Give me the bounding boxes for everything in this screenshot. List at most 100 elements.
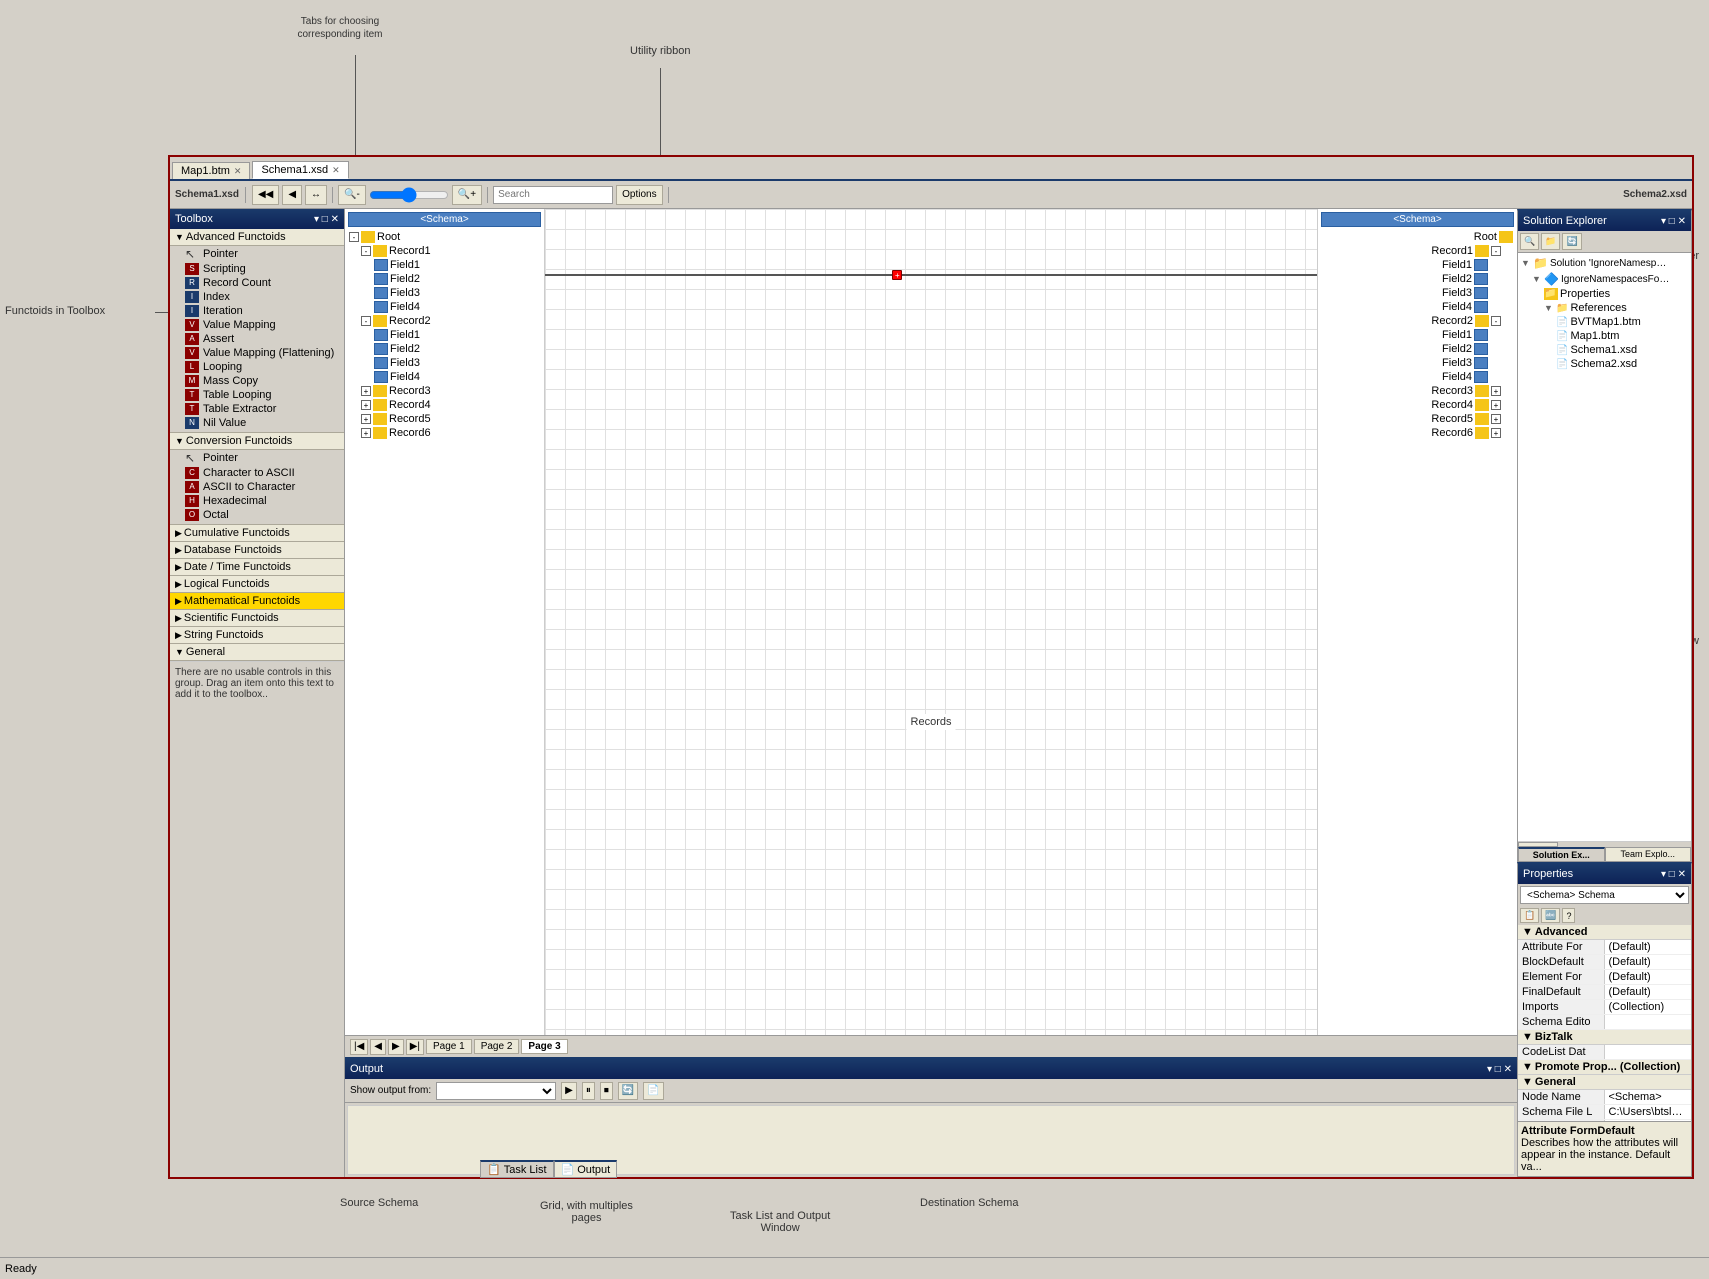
toolbox-item-pointer[interactable]: ↖ Pointer bbox=[170, 246, 344, 262]
right-r2-f2: Field2 bbox=[1321, 342, 1514, 356]
sol-tab-explorer[interactable]: Solution Ex... bbox=[1518, 847, 1605, 861]
right-record2-expand[interactable]: - bbox=[1491, 316, 1501, 326]
tab-map1-close[interactable]: ✕ bbox=[234, 166, 242, 177]
options-btn[interactable]: Options bbox=[616, 185, 662, 205]
page-tab-2[interactable]: Page 2 bbox=[474, 1039, 520, 1054]
toolbox-group-math[interactable]: ▶ Mathematical Functoids bbox=[170, 593, 344, 610]
ribbon-btn-1[interactable]: ◀◀ bbox=[252, 185, 279, 205]
sol-btn-3[interactable]: 🔄 bbox=[1562, 233, 1581, 250]
toolbox-group-general[interactable]: ▼ General bbox=[170, 644, 344, 661]
tab-schema1-close[interactable]: ✕ bbox=[332, 165, 340, 176]
ribbon-zoom-in[interactable]: 🔍+ bbox=[452, 185, 482, 205]
toolbox-group-datetime[interactable]: ▶ Date / Time Functoids bbox=[170, 559, 344, 576]
record2-expand[interactable]: - bbox=[361, 316, 371, 326]
right-record4-expand[interactable]: + bbox=[1491, 400, 1501, 410]
output-btn-5[interactable]: 📄 bbox=[643, 1082, 663, 1100]
record4-expand[interactable]: + bbox=[361, 400, 371, 410]
toolbox-item-index[interactable]: I Index bbox=[170, 290, 344, 304]
sol-btn-1[interactable]: 🔍 bbox=[1520, 233, 1539, 250]
prop-schema-editor-name: Schema Edito bbox=[1518, 1015, 1605, 1029]
output-btn-2[interactable]: ⏸ bbox=[582, 1082, 595, 1100]
toolbox-item-iteration[interactable]: I Iteration bbox=[170, 304, 344, 318]
toolbox-item-vmap-flat[interactable]: V Value Mapping (Flattening) bbox=[170, 346, 344, 360]
search-input[interactable] bbox=[493, 186, 613, 204]
toolbox-item-scripting[interactable]: S Scripting bbox=[170, 262, 344, 276]
toolbox-group-advanced[interactable]: ▼ Advanced Functoids bbox=[170, 229, 344, 246]
ribbon-btn-3[interactable]: ↔ bbox=[305, 185, 327, 205]
props-btn-help[interactable]: ? bbox=[1562, 908, 1575, 923]
sol-tab-team[interactable]: Team Explo... bbox=[1605, 847, 1692, 861]
sol-item-bvtmap[interactable]: 📄 BVTMap1.btm bbox=[1520, 315, 1689, 329]
prop-schema-editor-value bbox=[1605, 1015, 1692, 1029]
right-record5-expand[interactable]: + bbox=[1491, 414, 1501, 424]
sol-solution-node[interactable]: ▼ 📁 Solution 'IgnoreNamespacesForU... bbox=[1520, 255, 1689, 271]
right-record1-expand[interactable]: - bbox=[1491, 246, 1501, 256]
sol-item-schema2[interactable]: 📄 Schema2.xsd bbox=[1520, 357, 1689, 371]
right-tree-root: Root bbox=[1321, 230, 1514, 244]
sol-item-schema1[interactable]: 📄 Schema1.xsd bbox=[1520, 343, 1689, 357]
ribbon-zoom-slider[interactable] bbox=[369, 187, 449, 203]
left-tree-record4: + Record4 bbox=[348, 398, 541, 412]
sol-project-node[interactable]: ▼ 🔷 IgnoreNamespacesForLi... bbox=[1520, 271, 1689, 287]
solution-explorer-title: Solution Explorer bbox=[1523, 215, 1607, 227]
toolbox-item-hex[interactable]: H Hexadecimal bbox=[170, 494, 344, 508]
toolbox-item-table-extractor[interactable]: T Table Extractor bbox=[170, 402, 344, 416]
sol-item-properties[interactable]: 📁 Properties bbox=[1520, 287, 1689, 301]
sol-item-references[interactable]: ▼ 📁 References bbox=[1520, 301, 1689, 315]
record1-expand[interactable]: - bbox=[361, 246, 371, 256]
props-btn-alpha[interactable]: 🔤 bbox=[1541, 908, 1560, 923]
output-btn-3[interactable]: ⏹ bbox=[600, 1082, 613, 1100]
output-btn-4[interactable]: 🔄 bbox=[618, 1082, 638, 1100]
toolbox-note: There are no usable controls in this gro… bbox=[170, 661, 344, 705]
page-nav-prev[interactable]: ◀ bbox=[370, 1039, 386, 1055]
output-tab-output[interactable]: 📄 Output bbox=[554, 1160, 618, 1178]
tab-map1[interactable]: Map1.btm ✕ bbox=[172, 162, 250, 179]
record5-expand[interactable]: + bbox=[361, 414, 371, 424]
sol-item-map1[interactable]: 📄 Map1.btm bbox=[1520, 329, 1689, 343]
output-tab-tasklist[interactable]: 📋 Task List bbox=[480, 1160, 554, 1178]
page-tab-1[interactable]: Page 1 bbox=[426, 1039, 472, 1054]
right-record6-expand[interactable]: + bbox=[1491, 428, 1501, 438]
toolbox-item-table-looping[interactable]: T Table Looping bbox=[170, 388, 344, 402]
toolbox-group-logical[interactable]: ▶ Logical Functoids bbox=[170, 576, 344, 593]
props-selected[interactable]: <Schema> Schema bbox=[1520, 886, 1689, 904]
prop-advanced-expand: ▼ bbox=[1522, 926, 1533, 938]
record6-expand[interactable]: + bbox=[361, 428, 371, 438]
record3-expand[interactable]: + bbox=[361, 386, 371, 396]
toolbox-group-string[interactable]: ▶ String Functoids bbox=[170, 627, 344, 644]
toolbox-group-scientific[interactable]: ▶ Scientific Functoids bbox=[170, 610, 344, 627]
toolbox-item-assert[interactable]: A Assert bbox=[170, 332, 344, 346]
toolbox-group-conversion[interactable]: ▼ Conversion Functoids bbox=[170, 432, 344, 450]
prop-block-value: (Default) bbox=[1605, 955, 1692, 969]
root-expand[interactable]: - bbox=[349, 232, 359, 242]
output-btn-1[interactable]: ▶ bbox=[561, 1082, 577, 1100]
field3-icon bbox=[374, 287, 388, 299]
field2-icon bbox=[374, 273, 388, 285]
toolbox-item-looping[interactable]: L Looping bbox=[170, 360, 344, 374]
toolbox-item-char-ascii[interactable]: C Character to ASCII bbox=[170, 466, 344, 480]
page-nav-first[interactable]: |◀ bbox=[350, 1039, 368, 1055]
toolbox-item-value-mapping[interactable]: V Value Mapping bbox=[170, 318, 344, 332]
toolbox-item-record-count[interactable]: R Record Count bbox=[170, 276, 344, 290]
props-btn-cat[interactable]: 📋 bbox=[1520, 908, 1539, 923]
output-source-select[interactable] bbox=[436, 1082, 556, 1100]
right-record3-expand[interactable]: + bbox=[1491, 386, 1501, 396]
toolbox-item-octal[interactable]: O Octal bbox=[170, 508, 344, 522]
toolbox-item-mass-copy[interactable]: M Mass Copy bbox=[170, 374, 344, 388]
toolbox-item-nil-value[interactable]: N Nil Value bbox=[170, 416, 344, 430]
ide-window: Map1.btm ✕ Schema1.xsd ✕ Schema1.xsd ◀◀ … bbox=[168, 155, 1694, 1179]
toolbox-group-database[interactable]: ▶ Database Functoids bbox=[170, 542, 344, 559]
sol-btn-2[interactable]: 📁 bbox=[1541, 233, 1560, 250]
toolbox-group-cumulative[interactable]: ▶ Cumulative Functoids bbox=[170, 524, 344, 542]
tab-schema1[interactable]: Schema1.xsd ✕ bbox=[252, 161, 348, 179]
right-f4-icon bbox=[1474, 301, 1488, 313]
page-tab-3[interactable]: Page 3 bbox=[521, 1039, 567, 1054]
ribbon-btn-2[interactable]: ◀ bbox=[282, 185, 302, 205]
ribbon-zoom-out[interactable]: 🔍- bbox=[338, 185, 366, 205]
right-f3-icon bbox=[1474, 287, 1488, 299]
toolbox-item-ascii-char[interactable]: A ASCII to Character bbox=[170, 480, 344, 494]
page-nav-next[interactable]: ▶ bbox=[388, 1039, 404, 1055]
toolbox-item-conv-pointer[interactable]: ↖ Pointer bbox=[170, 450, 344, 466]
right-record6-label: Record6 bbox=[1431, 427, 1473, 439]
page-nav-last[interactable]: ▶| bbox=[406, 1039, 424, 1055]
